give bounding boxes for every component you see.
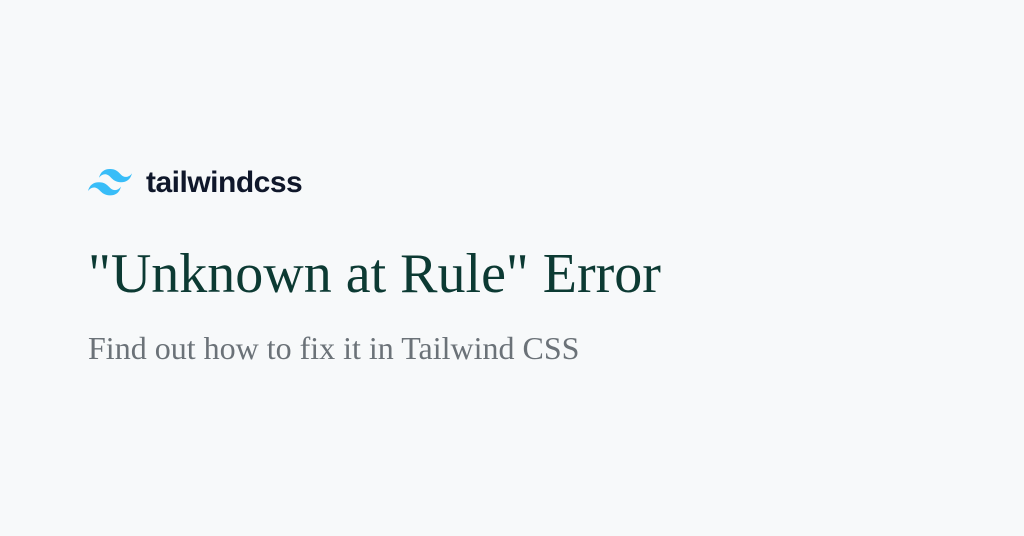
page-subtitle: Find out how to fix it in Tailwind CSS	[88, 328, 1024, 370]
tailwindcss-logo-icon	[88, 169, 132, 197]
brand-name: tailwindcss	[146, 166, 302, 200]
brand-logo: tailwindcss	[88, 166, 1024, 200]
page-title: "Unknown at Rule" Error	[88, 242, 1024, 306]
